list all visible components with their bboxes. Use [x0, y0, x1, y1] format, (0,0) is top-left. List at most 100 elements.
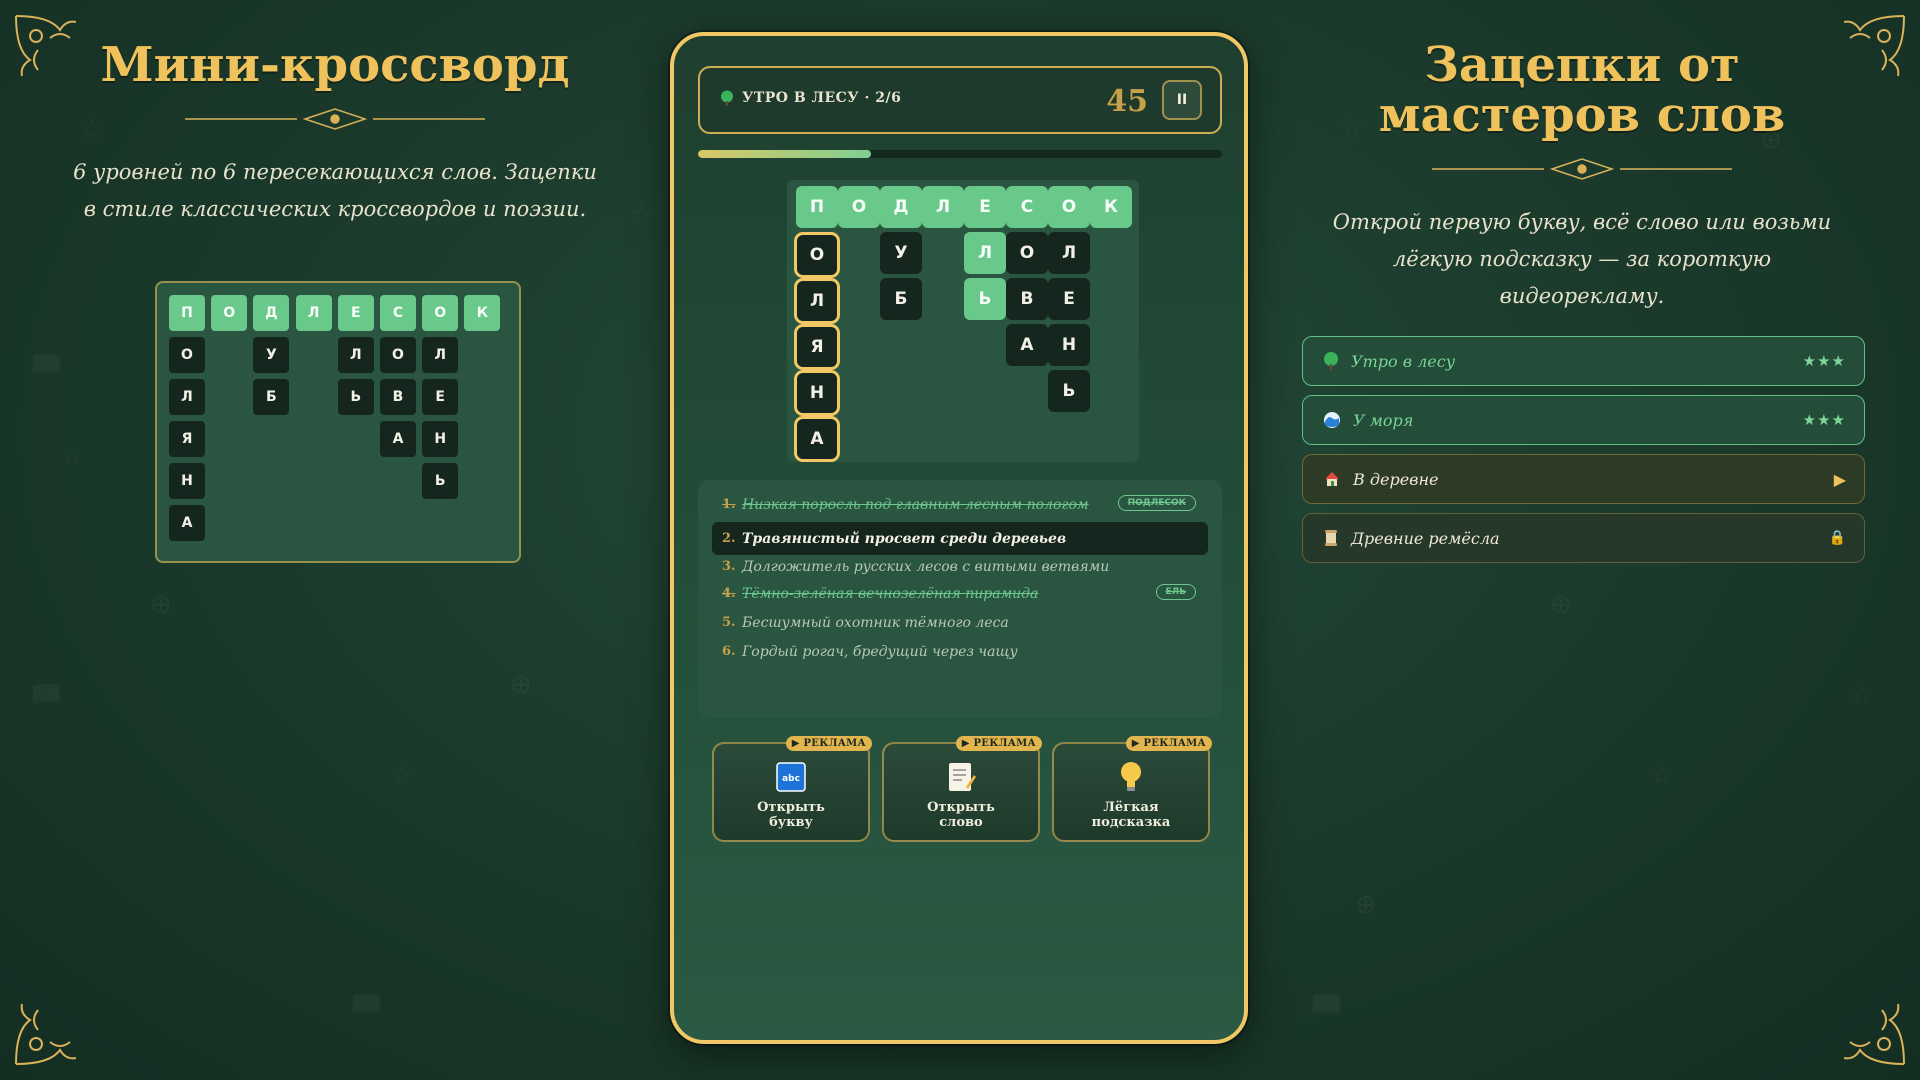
level-name: У моря	[1353, 410, 1414, 430]
clue-number: 3.	[722, 559, 736, 574]
preview-cell: О	[380, 337, 416, 373]
clue-text: Низкая поросль под главным лесным полого…	[742, 496, 1089, 513]
preview-cell: У	[253, 337, 290, 373]
preview-cell: В	[380, 379, 416, 415]
level-item[interactable]: Утро в лесу ★★★	[1302, 336, 1865, 386]
board-cell[interactable]: Б	[880, 278, 922, 320]
level-item[interactable]: В деревне ▶	[1302, 454, 1865, 504]
board-cell[interactable]: Е	[964, 186, 1006, 228]
solved-answer-badge: ЕЛЬ	[1155, 584, 1196, 600]
board-cell[interactable]: П	[796, 186, 838, 228]
board-cell[interactable]: Н	[1048, 324, 1090, 366]
progress-fill	[698, 150, 871, 158]
board-cell[interactable]: Л	[794, 278, 840, 324]
board-cell[interactable]: Л	[922, 186, 964, 228]
level-list: Утро в лесу ★★★ У моря ★★★ В деревне ▶ Древние…	[1302, 336, 1865, 572]
game-phone-frame: УТРО В ЛЕСУ · 2/6 45 II ПОДЛЕСОКОУЛОЛЛБЬ…	[670, 32, 1248, 1044]
tree-icon	[721, 90, 733, 106]
ad-badge: ▶ РЕКЛАМА	[1125, 736, 1212, 751]
corner-ornament-bottom-right	[1814, 974, 1910, 1070]
clue-text: Гордый рогач, бредущий через чащу	[742, 643, 1018, 660]
clue-list: 1. Низкая поросль под главным лесным поло…	[698, 480, 1222, 718]
preview-cell: Ь	[337, 379, 374, 415]
board-cell[interactable]: Л	[964, 232, 1006, 274]
timer: 45	[1106, 84, 1148, 119]
level-indicator: УТРО В ЛЕСУ · 2/6	[720, 90, 901, 106]
preview-cell: Н	[169, 463, 205, 499]
board-cell[interactable]: С	[1006, 186, 1048, 228]
preview-cell: Е	[422, 379, 459, 415]
board-cell[interactable]: Д	[880, 186, 922, 228]
right-subtitle: Открой первую букву, всё слово или возьм…	[1332, 210, 1832, 308]
clue-text: Тёмно-зелёная вечнозелёная пирамида	[742, 585, 1039, 602]
board-cell[interactable]: А	[794, 416, 840, 462]
board-cell[interactable]: Е	[1048, 278, 1090, 320]
hint-label: Лёгкая подсказка	[1091, 800, 1171, 830]
clue-text: Бесшумный охотник тёмного леса	[742, 614, 1009, 631]
preview-cell: О	[211, 295, 248, 331]
clue-number: 2.	[722, 531, 736, 546]
preview-cell: Е	[337, 295, 374, 331]
preview-cell: А	[169, 505, 205, 541]
level-label: УТРО В ЛЕСУ · 2/6	[742, 90, 902, 106]
clue-number: 5.	[722, 615, 736, 630]
preview-cell: П	[169, 295, 205, 331]
pause-button[interactable]: II	[1162, 80, 1202, 120]
hint-label: Открыть слово	[927, 800, 995, 830]
play-icon[interactable]: ▶	[1834, 455, 1846, 503]
progress-bar	[698, 150, 1222, 158]
board-cell[interactable]: О	[794, 232, 840, 278]
preview-cell: Л	[169, 379, 205, 415]
preview-cell: Б	[253, 379, 290, 415]
left-title: Мини-кроссворд	[100, 37, 570, 93]
preview-cell: К	[464, 295, 501, 331]
board-cell[interactable]: О	[838, 186, 880, 228]
clue-item[interactable]: 6. Гордый рогач, бредущий через чащу	[712, 635, 1208, 668]
preview-cell: О	[422, 295, 459, 331]
clue-number: 1.	[722, 497, 736, 512]
level-name: Древние ремёсла	[1351, 528, 1500, 548]
memo-icon	[946, 760, 976, 794]
preview-cell: Я	[169, 421, 205, 457]
ornamental-divider	[1432, 154, 1732, 184]
preview-cell: Л	[422, 337, 459, 373]
scroll-icon	[1323, 529, 1339, 547]
board-cell[interactable]: О	[1006, 232, 1048, 274]
wave-icon	[1323, 411, 1341, 429]
board-cell[interactable]: К	[1090, 186, 1132, 228]
board-cell[interactable]: А	[1006, 324, 1048, 366]
right-panel: Зацепки от мастеров слов Открой первую б…	[1302, 0, 1862, 315]
star-rating: ★★★	[1802, 352, 1846, 370]
mini-crossword-preview: ПОДЛЕСОКОУЛОЛЛБЬВЕЯАННЬА	[155, 281, 521, 563]
preview-cell: Л	[337, 337, 374, 373]
right-title: Зацепки от мастеров слов	[1378, 37, 1786, 143]
board-cell[interactable]: Ь	[1048, 370, 1090, 412]
solved-answer-badge: ПОДЛЕСОК	[1117, 495, 1196, 511]
level-item[interactable]: Древние ремёсла 🔒	[1302, 513, 1865, 563]
board-cell[interactable]: Я	[794, 324, 840, 370]
board-cell[interactable]: В	[1006, 278, 1048, 320]
ornamental-divider	[185, 104, 485, 134]
board-cell[interactable]: У	[880, 232, 922, 274]
clue-item[interactable]: 1. Низкая поросль под главным лесным поло…	[712, 488, 1208, 521]
level-item[interactable]: У моря ★★★	[1302, 395, 1865, 445]
board-cell[interactable]: Л	[1048, 232, 1090, 274]
hint-button[interactable]: ▶ РЕКЛАМА abc Открыть букву	[712, 736, 872, 842]
board-cell[interactable]: Н	[794, 370, 840, 416]
level-name: В деревне	[1353, 469, 1439, 489]
level-name: Утро в лесу	[1351, 351, 1455, 371]
crossword-board[interactable]: ПОДЛЕСОКОУЛОЛЛБЬВЕЯАННЬА	[787, 180, 1139, 462]
preview-cell: А	[380, 421, 416, 457]
clue-number: 6.	[722, 644, 736, 659]
ad-badge: ▶ РЕКЛАМА	[955, 736, 1042, 751]
hint-label: Открыть букву	[757, 800, 825, 830]
preview-cell: Д	[253, 295, 290, 331]
clue-text: Долгожитель русских лесов с витыми ветвя…	[742, 558, 1110, 575]
svg-text:abc: abc	[782, 774, 800, 784]
hint-button[interactable]: ▶ РЕКЛАМА Открыть слово	[882, 736, 1042, 842]
left-panel: Мини-кроссворд 6 уровней по 6 пересекающ…	[55, 0, 615, 228]
hint-button[interactable]: ▶ РЕКЛАМА Лёгкая подсказка	[1052, 736, 1212, 842]
board-cell[interactable]: О	[1048, 186, 1090, 228]
board-cell[interactable]: Ь	[964, 278, 1006, 320]
corner-ornament-bottom-left	[10, 974, 106, 1070]
